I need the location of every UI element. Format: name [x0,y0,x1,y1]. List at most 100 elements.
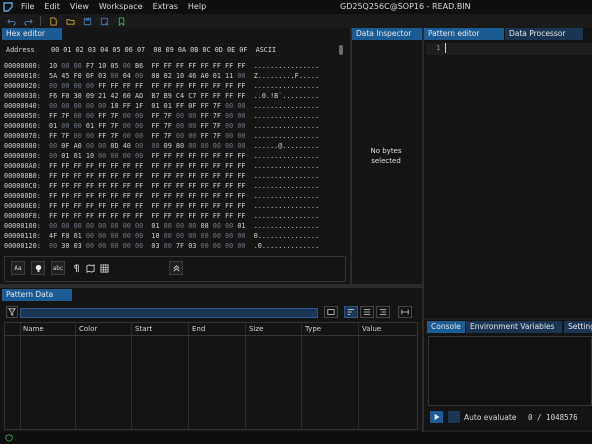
hex-byte[interactable]: FF [225,182,237,190]
hex-byte[interactable]: FF [74,192,86,200]
hex-byte[interactable]: 00 [176,112,188,120]
hex-byte[interactable]: 00 [123,152,135,160]
hex-byte[interactable]: FF [164,192,176,200]
hex-ascii[interactable]: ..0.!B`......... [250,92,320,100]
hex-ascii[interactable]: Z.........F..... [250,72,320,80]
hex-ascii[interactable]: ................ [250,102,320,110]
hex-byte[interactable]: FF [98,182,110,190]
hex-byte[interactable]: 00 [237,72,249,80]
tab-environment-variables[interactable]: Environment Variables [466,321,562,333]
hex-byte[interactable]: 10 [110,102,122,110]
case-toggle-button[interactable]: Aa [11,261,25,275]
hex-byte[interactable]: 00 [123,62,135,70]
hex-byte[interactable]: 00 [86,222,98,230]
hex-row[interactable]: 000000E0: FF FF FF FF FF FF FF FF FF FF … [4,202,319,211]
hex-byte[interactable]: 03 [151,242,163,250]
hex-byte[interactable]: 11 [225,72,237,80]
hex-byte[interactable]: FF [225,192,237,200]
filter-icon[interactable] [6,306,18,318]
hex-byte[interactable]: B6 [135,62,151,70]
hex-byte[interactable]: FF [213,82,225,90]
hex-byte[interactable]: 00 [237,132,249,140]
hex-byte[interactable]: FF [86,202,98,210]
map-icon[interactable] [83,261,97,275]
hex-byte[interactable]: FF [110,202,122,210]
hex-byte[interactable]: 7F [164,112,176,120]
hex-byte[interactable]: 00 [176,122,188,130]
hex-byte[interactable]: 10 [86,152,98,160]
hex-ascii[interactable]: ................ [250,122,320,130]
hex-byte[interactable]: FF [176,202,188,210]
hex-row[interactable]: 00000100: 00 00 00 00 00 00 00 00 01 00 … [4,222,319,231]
hex-byte[interactable]: 01 [213,72,225,80]
hex-byte[interactable]: FF [86,172,98,180]
indent-icon[interactable] [376,306,390,318]
hex-byte[interactable]: FF [225,152,237,160]
hex-byte[interactable]: B9 [164,92,176,100]
hex-byte[interactable]: 7F [164,132,176,140]
hex-byte[interactable]: FF [98,212,110,220]
tab-pattern-data[interactable]: Pattern Data [2,289,72,301]
hex-byte[interactable]: FF [200,212,212,220]
hex-ascii[interactable]: ......@......... [250,142,320,150]
hex-byte[interactable]: 10 [151,232,163,240]
hex-row[interactable]: 00000090: 00 01 01 10 00 00 00 00 FF FF … [4,152,319,161]
hex-byte[interactable]: FF [49,192,61,200]
hex-byte[interactable]: FF [237,152,249,160]
hex-ascii[interactable]: .0.............. [250,242,320,250]
hex-byte[interactable]: FF [110,212,122,220]
hex-byte[interactable]: FF [225,202,237,210]
hex-ascii[interactable]: 0............... [250,232,320,240]
hex-byte[interactable]: FF [200,112,212,120]
hex-byte[interactable]: FF [98,162,110,170]
hex-byte[interactable]: 7F [213,112,225,120]
hex-byte[interactable]: FF [164,62,176,70]
hex-row[interactable]: 000000B0: FF FF FF FF FF FF FF FF FF FF … [4,172,319,181]
hex-byte[interactable]: 00 [135,72,151,80]
splitter[interactable] [422,28,424,432]
hex-byte[interactable]: 00 [123,242,135,250]
hex-byte[interactable]: FF [176,102,188,110]
hex-byte[interactable]: FF [110,162,122,170]
hex-byte[interactable]: 00 [74,62,86,70]
hex-ascii[interactable]: ................ [250,172,320,180]
collapse-up-icon[interactable] [169,261,183,275]
hex-byte[interactable]: FF [176,172,188,180]
hex-byte[interactable]: A0 [74,142,86,150]
hex-byte[interactable]: FF [74,172,86,180]
hex-byte[interactable]: 30 [74,92,86,100]
hex-byte[interactable]: F6 [49,92,61,100]
hex-byte[interactable]: FF [176,192,188,200]
console-output[interactable] [428,336,592,406]
hex-byte[interactable]: 00 [61,222,73,230]
hex-byte[interactable]: FF [225,82,237,90]
hex-byte[interactable]: 00 [225,112,237,120]
save-as-icon[interactable] [97,15,111,27]
hex-byte[interactable]: 00 [86,112,98,120]
hex-byte[interactable]: 00 [164,222,176,230]
hex-byte[interactable]: 0D [110,142,122,150]
hex-byte[interactable]: 00 [225,222,237,230]
hex-ascii[interactable]: ................ [250,112,320,120]
hex-byte[interactable]: FF [188,182,200,190]
hex-byte[interactable]: FF [49,112,61,120]
hex-byte[interactable]: 00 [86,102,98,110]
hex-byte[interactable]: FF [135,202,151,210]
hex-byte[interactable]: 00 [98,242,110,250]
hex-byte[interactable]: 00 [237,232,249,240]
hex-byte[interactable]: 00 [176,132,188,140]
hex-view[interactable]: Address 00 01 02 03 04 05 06 07 08 09 0A… [2,41,348,251]
hex-byte[interactable]: FF [74,202,86,210]
hex-ascii[interactable]: ................ [250,152,320,160]
hex-byte[interactable]: 00 [176,222,188,230]
hex-byte[interactable]: FF [61,202,73,210]
hex-byte[interactable]: FF [188,172,200,180]
hex-byte[interactable]: 10 [176,72,188,80]
hex-byte[interactable]: FF [151,212,163,220]
hex-byte[interactable]: FF [188,202,200,210]
hex-byte[interactable]: 00 [86,132,98,140]
hex-byte[interactable]: 00 [110,72,122,80]
hex-byte[interactable]: FF [176,212,188,220]
column-type[interactable]: Type [305,325,321,333]
hex-byte[interactable]: FF [164,82,176,90]
